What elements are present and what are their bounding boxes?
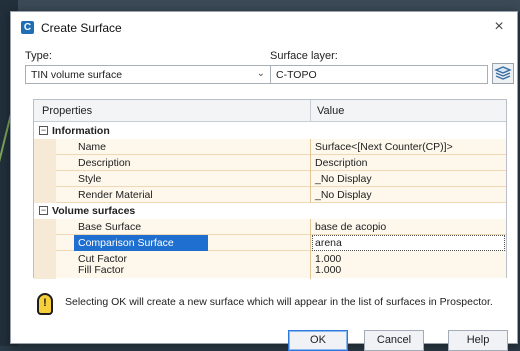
layer-picker-button[interactable]: [492, 63, 514, 84]
layers-icon: [494, 66, 512, 80]
property-row-description[interactable]: Description Description: [34, 155, 506, 171]
type-dropdown[interactable]: TIN volume surface ⌄: [25, 65, 271, 84]
help-button[interactable]: Help: [448, 330, 508, 351]
type-value: TIN volume surface: [31, 69, 123, 81]
property-row-style[interactable]: Style _No Display: [34, 171, 506, 187]
grid-header: Properties Value: [34, 100, 506, 122]
property-label: Base Surface: [78, 221, 142, 233]
type-label: Type:: [25, 50, 52, 62]
property-value[interactable]: Surface<[Next Counter(CP)]>: [315, 141, 453, 153]
property-value[interactable]: 1.000: [315, 264, 341, 276]
column-header-properties: Properties: [42, 105, 93, 117]
property-row-render-material[interactable]: Render Material _No Display: [34, 187, 506, 203]
surface-layer-field[interactable]: C-TOPO: [270, 65, 488, 84]
property-label: Comparison Surface: [78, 237, 174, 249]
collapse-icon[interactable]: −: [39, 126, 48, 135]
cancel-button[interactable]: Cancel: [364, 330, 424, 351]
civil3d-app-icon: C: [21, 21, 34, 34]
category-label: Volume surfaces: [52, 205, 136, 217]
chevron-down-icon: ⌄: [256, 68, 265, 79]
column-header-value: Value: [317, 105, 345, 117]
property-label: Description: [78, 157, 131, 169]
property-row-comparison-surface[interactable]: Comparison Surface arena: [34, 235, 506, 251]
property-value[interactable]: _No Display: [315, 189, 372, 201]
dialog-titlebar: C Create Surface ×: [11, 12, 517, 42]
category-label: Information: [52, 125, 110, 137]
property-label: Name: [78, 141, 107, 153]
category-volume-surfaces[interactable]: − Volume surfaces: [34, 203, 506, 219]
property-row-base-surface[interactable]: Base Surface base de acopio: [34, 219, 506, 235]
property-label: Fill Factor: [78, 264, 125, 276]
surface-layer-label: Surface layer:: [270, 50, 338, 62]
property-value[interactable]: _No Display: [315, 173, 372, 185]
property-grid: Properties Value − Information Name Surf…: [33, 99, 507, 279]
property-label: Render Material: [78, 189, 153, 201]
property-row-name[interactable]: Name Surface<[Next Counter(CP)]>: [34, 139, 506, 155]
category-information[interactable]: − Information: [34, 123, 506, 139]
close-button[interactable]: ×: [489, 17, 509, 37]
dialog-title: Create Surface: [41, 21, 122, 35]
ok-button[interactable]: OK: [288, 330, 348, 351]
property-row-fill-factor[interactable]: Fill Factor 1.000: [34, 263, 506, 279]
property-value[interactable]: arena: [315, 237, 342, 249]
collapse-icon[interactable]: −: [39, 206, 48, 215]
surface-layer-value: C-TOPO: [276, 69, 317, 81]
lightbulb-icon: !: [37, 293, 53, 315]
info-message: Selecting OK will create a new surface w…: [65, 296, 493, 308]
property-value[interactable]: Description: [315, 157, 368, 169]
property-label: Style: [78, 173, 102, 185]
create-surface-dialog: C Create Surface × Type: TIN volume surf…: [10, 11, 518, 351]
property-value[interactable]: base de acopio: [315, 221, 386, 233]
